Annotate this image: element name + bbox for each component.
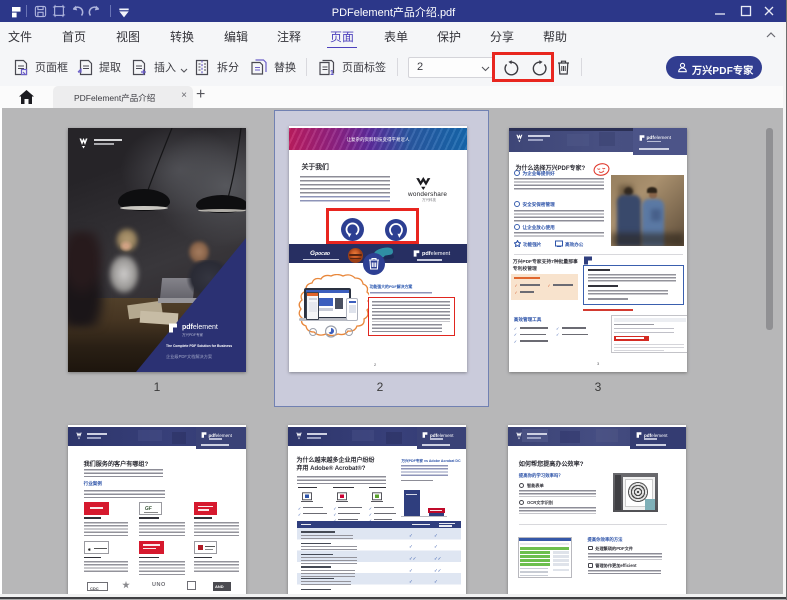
svg-text:1: 1 bbox=[330, 70, 334, 76]
